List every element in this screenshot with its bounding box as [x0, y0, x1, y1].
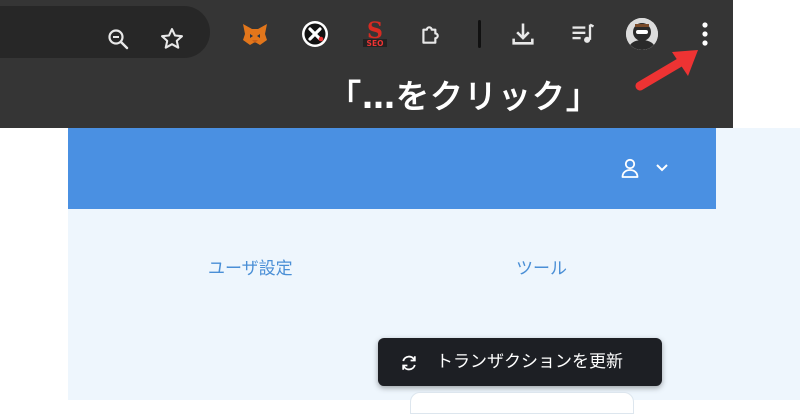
tab-tools[interactable]: ツール: [516, 256, 567, 282]
card: [410, 392, 634, 414]
seo-extension-icon[interactable]: S SEO: [360, 19, 390, 49]
chevron-down-icon[interactable]: [654, 160, 670, 176]
media-queue-icon[interactable]: [568, 19, 598, 49]
bookmark-star-icon[interactable]: [158, 25, 186, 53]
download-icon[interactable]: [508, 19, 538, 49]
kebab-menu-icon[interactable]: [694, 19, 716, 49]
user-icon[interactable]: [620, 158, 640, 178]
refresh-icon: [398, 352, 420, 374]
browser-toolbar: S SEO 「…をクリック」: [0, 0, 733, 128]
app-header: [68, 128, 716, 209]
extensions-puzzle-icon[interactable]: [416, 19, 446, 49]
metamask-fox-extension-icon[interactable]: [240, 19, 270, 49]
svg-text:SEO: SEO: [367, 39, 384, 48]
annotation-callout: 「…をクリック」: [328, 77, 600, 116]
refresh-transactions-tooltip: トランザクションを更新: [378, 338, 662, 386]
tab-user-settings[interactable]: ユーザ設定: [208, 256, 293, 282]
tooltip-label: トランザクションを更新: [436, 352, 623, 372]
x-extension-icon[interactable]: [300, 19, 330, 49]
pointer-arrow: [635, 50, 698, 91]
web-page: ユーザ設定 ツール トランザクションを更新: [68, 128, 800, 414]
zoom-icon[interactable]: [104, 25, 132, 53]
toolbar-divider: [478, 20, 481, 48]
address-bar[interactable]: [0, 6, 210, 58]
